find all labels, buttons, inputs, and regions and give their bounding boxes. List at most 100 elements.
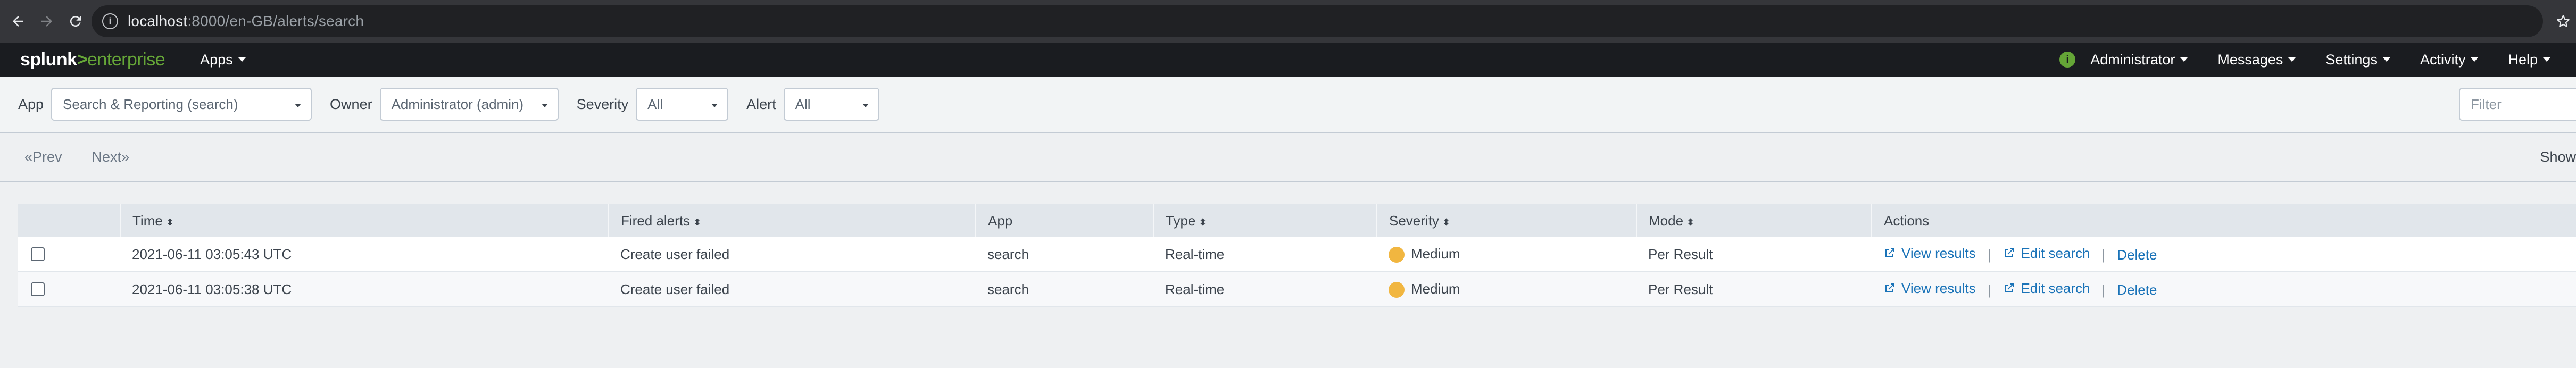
actions-header-label: Actions	[1884, 212, 1930, 229]
pager: «Prev Next» Show	[0, 133, 2576, 182]
splunk-bar: splunk>enterprise Apps i Administrator M…	[0, 43, 2576, 77]
actions-cell: View results | Edit search | Delete	[1872, 237, 2576, 272]
severity-medium-icon	[1389, 282, 1405, 298]
severity-cell: Medium	[1377, 237, 1636, 272]
edit-search-link[interactable]: Edit search	[2002, 245, 2090, 262]
view-results-label: View results	[1901, 245, 1976, 261]
type-cell: Real-time	[1153, 272, 1377, 307]
app-menu: Apps	[165, 52, 246, 68]
info-icon[interactable]: i	[102, 13, 118, 29]
sort-icon: ⬍	[693, 216, 702, 228]
external-link-icon	[2005, 283, 2014, 293]
time-cell: 2021-06-11 03:05:38 UTC	[120, 272, 609, 307]
app-column-header: App	[975, 204, 1153, 237]
user-label: Administrator	[2090, 51, 2175, 68]
row-checkbox[interactable]	[31, 282, 45, 296]
filter-placeholder: Filter	[2471, 96, 2502, 112]
next-page-button[interactable]: Next»	[92, 149, 130, 165]
caret-down-icon	[2382, 57, 2390, 62]
apps-menu[interactable]: Apps	[200, 52, 246, 68]
reload-button[interactable]	[65, 11, 86, 32]
show-count-label[interactable]: Show	[2540, 149, 2576, 165]
filter-input[interactable]: Filter	[2459, 88, 2576, 121]
alerts-table: Time ⬍ Fired alerts ⬍ App Type ⬍ Severity ⬍ …	[18, 204, 2576, 307]
arrow-right-icon	[41, 16, 52, 27]
severity-column-header[interactable]: Severity ⬍	[1376, 204, 1636, 237]
view-results-link[interactable]: View results	[1883, 280, 1976, 297]
url-host: localhost	[128, 13, 188, 29]
edit-search-link[interactable]: Edit search	[2002, 280, 2090, 297]
delete-link[interactable]: Delete	[2117, 282, 2157, 298]
time-column-header[interactable]: Time ⬍	[120, 204, 609, 237]
caret-down-icon	[238, 57, 246, 62]
activity-label: Activity	[2420, 51, 2466, 68]
address-bar[interactable]: i localhost:8000/en-GB/alerts/search	[92, 5, 2543, 37]
back-button[interactable]	[7, 11, 29, 32]
type-cell: Real-time	[1153, 237, 1377, 272]
alert-dropdown[interactable]: All	[783, 88, 879, 121]
prev-page-button[interactable]: «Prev	[24, 149, 62, 165]
delete-link[interactable]: Delete	[2117, 247, 2157, 263]
settings-label: Settings	[2325, 51, 2378, 68]
edit-search-label: Edit search	[2021, 245, 2090, 261]
logo-enterprise: enterprise	[87, 49, 165, 70]
filter-bar: App Search & Reporting (search) Owner Ad…	[0, 77, 2576, 133]
app-dropdown[interactable]: Search & Reporting (search)	[51, 88, 312, 121]
owner-dropdown[interactable]: Administrator (admin)	[379, 88, 559, 121]
messages-menu[interactable]: Messages	[2217, 52, 2296, 68]
sort-icon: ⬍	[1442, 216, 1451, 228]
forward-button[interactable]	[36, 11, 57, 32]
severity-header-label: Severity	[1389, 212, 1439, 229]
alert-dropdown-value: All	[795, 96, 811, 112]
time-header-label: Time	[132, 212, 163, 229]
logo-splunk: splunk	[20, 49, 77, 70]
severity-dropdown-value: All	[647, 96, 663, 112]
activity-menu[interactable]: Activity	[2420, 52, 2479, 68]
time-cell: 2021-06-11 03:05:43 UTC	[120, 237, 609, 272]
fired-alerts-header-label: Fired alerts	[621, 212, 691, 229]
view-results-label: View results	[1901, 280, 1976, 296]
fired-alerts-column-header[interactable]: Fired alerts ⬍	[608, 204, 976, 237]
bookmark-button[interactable]	[2553, 11, 2574, 32]
caret-down-icon	[2180, 57, 2188, 62]
caret-down-icon	[295, 104, 302, 107]
splunk-logo[interactable]: splunk>enterprise	[20, 49, 165, 70]
caret-down-icon	[2543, 57, 2550, 62]
health-status-icon[interactable]: i	[2059, 52, 2076, 68]
settings-menu[interactable]: Settings	[2325, 52, 2390, 68]
sort-icon: ⬍	[165, 216, 174, 228]
select-column-header	[18, 204, 120, 237]
view-results-link[interactable]: View results	[1883, 245, 1976, 262]
type-column-header[interactable]: Type ⬍	[1153, 204, 1377, 237]
url-path: :8000/en-GB/alerts/search	[187, 13, 364, 29]
owner-filter-label: Owner	[330, 96, 372, 112]
user-menu[interactable]: Administrator	[2090, 52, 2188, 68]
table-row: 2021-06-11 03:05:38 UTC Create user fail…	[18, 272, 2576, 307]
severity-dropdown[interactable]: All	[636, 88, 729, 121]
fired-alert-cell: Create user failed	[609, 272, 976, 307]
help-menu[interactable]: Help	[2508, 52, 2550, 68]
system-menu: i Administrator Messages Settings Activi…	[2059, 43, 2550, 77]
separator: |	[1987, 282, 1991, 298]
caret-down-icon	[2471, 57, 2479, 62]
select-cell	[18, 272, 120, 307]
row-checkbox[interactable]	[31, 247, 45, 261]
help-label: Help	[2508, 51, 2538, 68]
severity-medium-icon	[1389, 247, 1405, 263]
app-cell: search	[976, 272, 1153, 307]
apps-label: Apps	[200, 51, 233, 68]
table-header-row: Time ⬍ Fired alerts ⬍ App Type ⬍ Severity ⬍ …	[18, 204, 2576, 237]
messages-label: Messages	[2217, 51, 2283, 68]
logo-gt: >	[77, 49, 88, 70]
separator: |	[2101, 282, 2106, 298]
sort-icon: ⬍	[1686, 216, 1695, 228]
browser-chrome: i localhost:8000/en-GB/alerts/search	[0, 0, 2576, 43]
app-filter-label: App	[18, 96, 44, 112]
reload-icon	[70, 16, 81, 27]
sort-icon: ⬍	[1199, 216, 1207, 228]
caret-down-icon	[541, 104, 548, 107]
external-link-icon	[1885, 248, 1894, 258]
type-header-label: Type	[1166, 212, 1196, 229]
mode-column-header[interactable]: Mode ⬍	[1636, 204, 1872, 237]
severity-label: Medium	[1411, 245, 1460, 262]
